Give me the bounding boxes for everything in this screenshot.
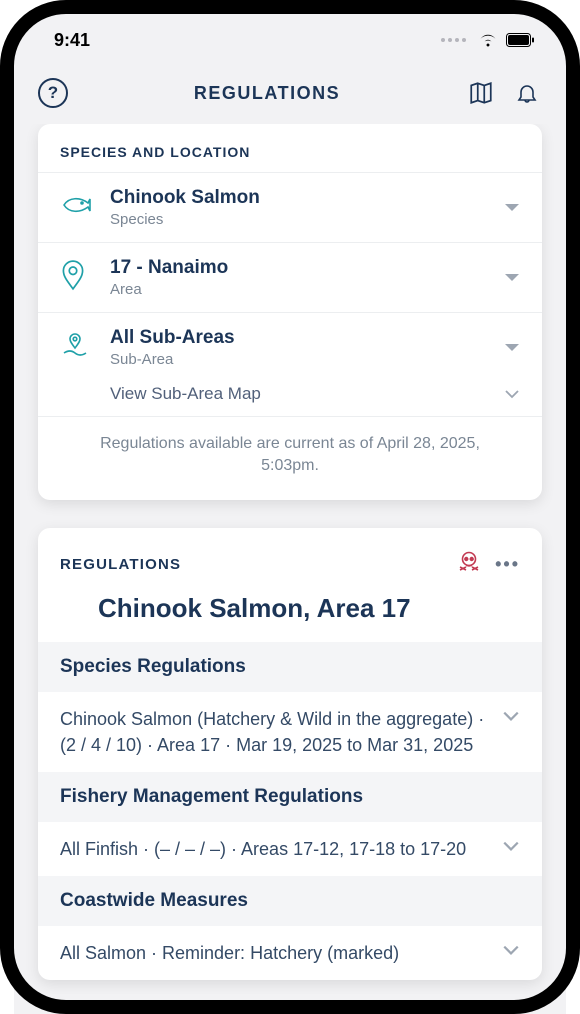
section-fishery-mgmt: Fishery Management Regulations [38, 772, 542, 822]
chevron-down-icon [504, 389, 520, 399]
section-coastwide: Coastwide Measures [38, 876, 542, 926]
chevron-down-icon [502, 944, 520, 956]
chevron-down-icon [502, 710, 520, 722]
battery-icon [506, 33, 534, 47]
subarea-map-label: View Sub-Area Map [110, 384, 261, 404]
fish-icon [60, 194, 94, 221]
app-header: ? REGULATIONS [14, 66, 566, 124]
regulations-heading: REGULATIONS [60, 556, 181, 573]
bell-icon[interactable] [512, 78, 542, 108]
more-icon[interactable]: ••• [495, 554, 520, 575]
area-selector[interactable]: 17 - Nanaimo Area [38, 242, 542, 312]
coastwide-item[interactable]: All Salmon · Reminder: Hatchery (marked) [38, 926, 542, 980]
fishery-mgmt-item[interactable]: All Finfish · (– / – / –) · Areas 17-12,… [38, 822, 542, 876]
coastwide-text: All Salmon · Reminder: Hatchery (marked) [60, 940, 488, 966]
status-indicators [441, 33, 534, 48]
status-bar: 9:41 [14, 14, 566, 66]
page-title: REGULATIONS [194, 83, 340, 104]
pin-icon [60, 259, 94, 296]
subarea-label: Sub-Area [110, 351, 504, 368]
chevron-down-icon [504, 343, 520, 353]
map-icon[interactable] [466, 78, 496, 108]
species-label: Species [110, 211, 504, 228]
wifi-icon [478, 33, 498, 48]
species-location-card: SPECIES AND LOCATION Chinook Salmon Spec… [38, 124, 542, 500]
area-label: Area [110, 281, 504, 298]
fishery-mgmt-text: All Finfish · (– / – / –) · Areas 17-12,… [60, 836, 488, 862]
help-icon[interactable]: ? [38, 78, 68, 108]
area-value: 17 - Nanaimo [110, 257, 504, 279]
species-value: Chinook Salmon [110, 187, 504, 209]
chevron-down-icon [504, 273, 520, 283]
species-regulation-text: Chinook Salmon (Hatchery & Wild in the a… [60, 706, 488, 758]
regulations-title: Chinook Salmon, Area 17 [38, 589, 542, 642]
hazard-icon[interactable] [457, 550, 481, 579]
chevron-down-icon [502, 840, 520, 852]
chevron-down-icon [504, 203, 520, 213]
species-regulation-item[interactable]: Chinook Salmon (Hatchery & Wild in the a… [38, 692, 542, 772]
currency-disclaimer: Regulations available are current as of … [38, 416, 542, 500]
subarea-selector[interactable]: All Sub-Areas Sub-Area [38, 312, 542, 374]
status-time: 9:41 [54, 30, 90, 51]
subarea-icon [60, 330, 94, 365]
section-species-regulations: Species Regulations [38, 642, 542, 692]
view-subarea-map-link[interactable]: View Sub-Area Map [38, 374, 542, 416]
regulations-card: REGULATIONS ••• Chinook Salmon, Area [38, 528, 542, 980]
subarea-value: All Sub-Areas [110, 327, 504, 349]
species-selector[interactable]: Chinook Salmon Species [38, 172, 542, 242]
species-location-heading: SPECIES AND LOCATION [38, 124, 542, 172]
cellular-dots-icon [441, 38, 466, 42]
